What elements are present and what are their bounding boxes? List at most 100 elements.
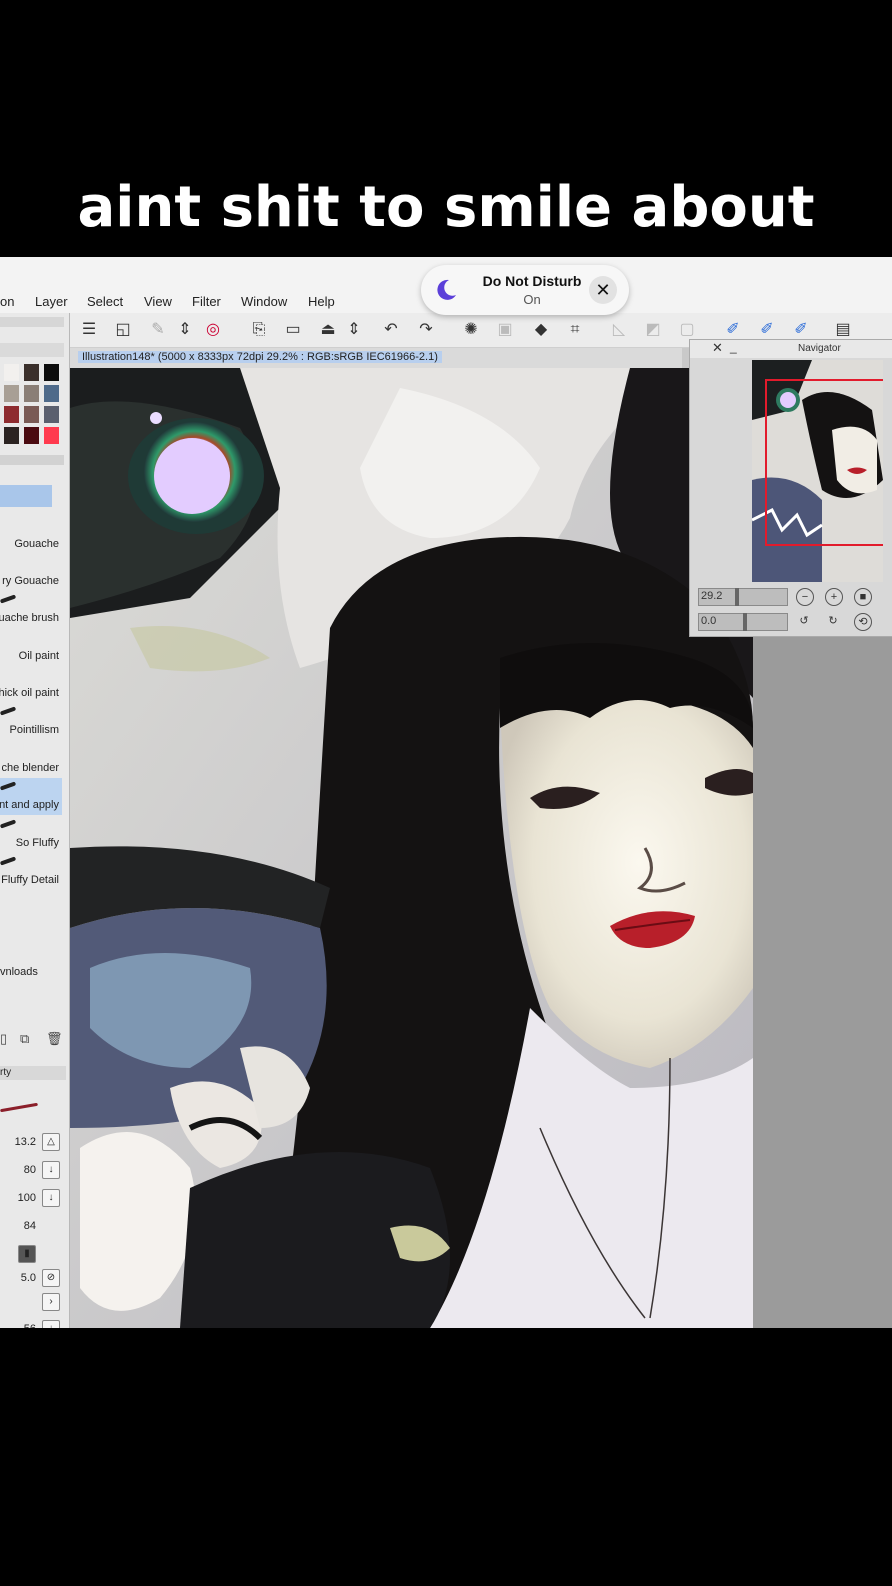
paint-amount-row[interactable]: 100 ↓: [0, 1186, 62, 1210]
do-not-disturb-banner[interactable]: Do Not Disturb On ✕: [421, 265, 629, 315]
opacity-row[interactable]: 80 ↓: [0, 1158, 62, 1182]
undo-icon[interactable]: ↶: [380, 319, 402, 341]
brush-item[interactable]: ry Gouache: [0, 554, 62, 591]
color-stretch-row[interactable]: 84: [0, 1214, 62, 1238]
color-swatch[interactable]: [4, 385, 19, 402]
settings-panel-icon[interactable]: ▤: [832, 319, 854, 341]
menu-item-edition[interactable]: on: [0, 294, 14, 309]
fit-icon[interactable]: ■: [854, 588, 872, 606]
copy-layer-icon[interactable]: ▣: [494, 319, 516, 341]
artwork-canvas[interactable]: [70, 368, 753, 1328]
pen-tool-icon[interactable]: ✐: [790, 319, 812, 341]
zoom-row: 29.2 − + ■: [698, 588, 888, 606]
deselect-icon[interactable]: ◺: [608, 319, 630, 341]
color-swatch[interactable]: [44, 385, 59, 402]
pressure-icon[interactable]: △: [42, 1133, 60, 1151]
zoom-out-icon[interactable]: −: [796, 588, 814, 606]
fill-icon[interactable]: ◆: [530, 319, 552, 341]
stabilization-row[interactable]: 5.0 ⊘: [0, 1266, 62, 1290]
navigator-header: ✕ _ Navigator: [690, 340, 892, 358]
save-icon[interactable]: ⏏: [317, 319, 339, 341]
color-swatch[interactable]: [44, 427, 59, 444]
menu-item-help[interactable]: Help: [308, 294, 335, 309]
download-icon[interactable]: ↓: [42, 1320, 60, 1328]
menu-item-select[interactable]: Select: [87, 294, 123, 309]
rotate-left-icon[interactable]: ↺: [796, 613, 812, 629]
menu-item-layer[interactable]: Layer: [35, 294, 68, 309]
spacing-row[interactable]: 56↓: [0, 1317, 62, 1328]
rotate-right-icon[interactable]: ↻: [825, 613, 841, 629]
open-folder-icon[interactable]: ▭: [282, 319, 304, 341]
brush-preview: [0, 1102, 38, 1113]
menu-item-filter[interactable]: Filter: [192, 294, 221, 309]
brush-shape-row[interactable]: ▮: [0, 1242, 62, 1266]
brush-item[interactable]: hick oil paint: [0, 666, 62, 703]
brush-item-selected[interactable]: nt and apply: [0, 778, 62, 815]
texture-icon[interactable]: ▮: [18, 1245, 36, 1263]
blend-row[interactable]: ›: [0, 1290, 62, 1314]
brush-item[interactable]: Gouache: [0, 517, 62, 554]
moon-icon: [437, 279, 456, 300]
zoom-in-icon[interactable]: +: [825, 588, 843, 606]
download-icon[interactable]: ↓: [42, 1189, 60, 1207]
color-swatch[interactable]: [44, 406, 59, 423]
brush-item[interactable]: Fluffy Detail: [0, 853, 62, 890]
close-icon[interactable]: ✕: [589, 276, 617, 304]
slash-icon[interactable]: ⊘: [42, 1269, 60, 1287]
rotation-slider[interactable]: 0.0: [698, 613, 788, 631]
brush-item[interactable]: Pointillism: [0, 703, 62, 740]
minimize-icon[interactable]: _: [730, 340, 737, 354]
navigator-thumbnail[interactable]: [752, 360, 883, 582]
sub-tool-group-selected[interactable]: [0, 485, 52, 507]
chevron-updown-icon[interactable]: ⇕: [343, 319, 365, 341]
color-swatch[interactable]: [4, 364, 19, 381]
zoom-slider[interactable]: 29.2: [698, 588, 788, 606]
chevron-updown-icon[interactable]: ⇕: [174, 319, 196, 341]
tool-property-tab[interactable]: rty: [0, 1066, 66, 1080]
downloads-label[interactable]: vnloads: [0, 966, 38, 978]
pen-tool-icon[interactable]: ✐: [722, 319, 744, 341]
color-swatch[interactable]: [24, 385, 39, 402]
brush-item[interactable]: che blender: [0, 741, 62, 778]
reset-rotation-icon[interactable]: ⟲: [854, 613, 872, 631]
color-swatch[interactable]: [24, 406, 39, 423]
duplicate-icon[interactable]: ⧉: [20, 1031, 29, 1047]
panel-divider: [0, 455, 64, 465]
brush-size-row[interactable]: 13.2 △: [0, 1130, 62, 1154]
edit-icon[interactable]: ✎: [147, 319, 169, 341]
download-icon[interactable]: ↓: [42, 1161, 60, 1179]
color-swatch[interactable]: [4, 427, 19, 444]
color-swatch[interactable]: [4, 406, 19, 423]
document-title: Illustration148* (5000 x 8333px 72dpi 29…: [78, 351, 442, 363]
brush-item[interactable]: Oil paint: [0, 629, 62, 666]
color-set-tabs[interactable]: [0, 343, 64, 357]
hamburger-menu-icon[interactable]: ☰: [78, 319, 100, 341]
new-file-icon[interactable]: ⎘: [248, 319, 270, 341]
left-panel: Gouache ry Gouache uache brush Oil paint…: [0, 313, 70, 1328]
menu-item-view[interactable]: View: [144, 294, 172, 309]
redo-icon[interactable]: ↷: [415, 319, 437, 341]
document-tab[interactable]: Illustration148* (5000 x 8333px 72dpi 29…: [70, 348, 682, 368]
new-icon[interactable]: ▯: [0, 1031, 7, 1047]
chevron-right-icon[interactable]: ›: [42, 1293, 60, 1311]
crop-icon[interactable]: ⌗: [564, 319, 586, 341]
color-swatch[interactable]: [44, 364, 59, 381]
trash-icon[interactable]: 🗑: [46, 1031, 63, 1047]
brush-item[interactable]: So Fluffy: [0, 816, 62, 853]
spiral-icon[interactable]: ◎: [202, 319, 224, 341]
brush-item[interactable]: uache brush: [0, 591, 62, 628]
transform-icon[interactable]: ◱: [112, 319, 134, 341]
navigator-title: Navigator: [798, 343, 841, 354]
navigator-panel: ✕ _ Navigator 29.2 − + ■ 0.0 ↺ ↻ ⟲: [689, 339, 892, 637]
rotation-row: 0.0 ↺ ↻ ⟲: [698, 613, 888, 631]
video-caption: aint shit to smile about: [77, 175, 815, 240]
clear-icon[interactable]: ▢: [676, 319, 698, 341]
menu-item-window[interactable]: Window: [241, 294, 287, 309]
color-swatch[interactable]: [24, 364, 39, 381]
invert-selection-icon[interactable]: ◩: [642, 319, 664, 341]
dnd-title: Do Not Disturb: [482, 273, 582, 289]
color-swatch[interactable]: [24, 427, 39, 444]
close-icon[interactable]: ✕: [712, 340, 723, 356]
loading-icon[interactable]: ✺: [460, 319, 482, 341]
pen-tool-icon[interactable]: ✐: [756, 319, 778, 341]
